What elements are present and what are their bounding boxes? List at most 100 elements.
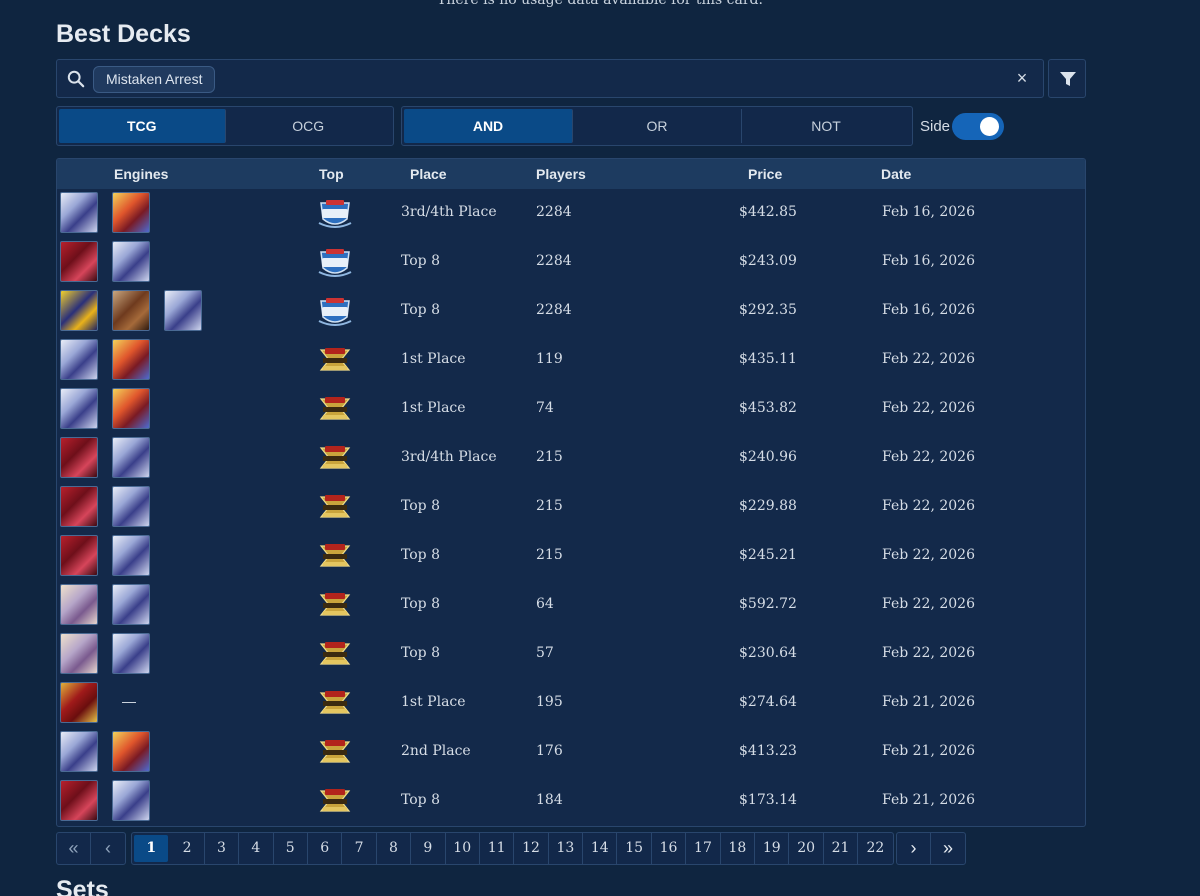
engine-thumbnail[interactable]: [164, 290, 202, 331]
table-row[interactable]: 2nd Place 176 $413.23 Feb 21, 2026: [57, 728, 1085, 777]
page-22[interactable]: 22: [858, 833, 892, 864]
table-row[interactable]: 1st Place 119 $435.11 Feb 22, 2026: [57, 336, 1085, 385]
table-row[interactable]: 3rd/4th Place 2284 $442.85 Feb 16, 2026: [57, 189, 1085, 238]
engine-thumbnail[interactable]: [112, 633, 150, 674]
engine-thumbnail[interactable]: [60, 241, 98, 282]
tab-ocg[interactable]: OCG: [226, 109, 392, 143]
page-21[interactable]: 21: [824, 833, 859, 864]
page-14[interactable]: 14: [583, 833, 618, 864]
header-players[interactable]: Players: [536, 166, 586, 182]
page-15[interactable]: 15: [617, 833, 652, 864]
header-price[interactable]: Price: [748, 166, 782, 182]
page-7[interactable]: 7: [342, 833, 377, 864]
header-date[interactable]: Date: [881, 166, 911, 182]
page-16[interactable]: 16: [652, 833, 687, 864]
table-row[interactable]: Top 8 2284 $292.35 Feb 16, 2026: [57, 287, 1085, 336]
engine-thumbnail[interactable]: [60, 388, 98, 429]
cell-players: 215: [536, 498, 563, 514]
engine-thumbnail[interactable]: [60, 290, 98, 331]
engine-thumbnail[interactable]: [60, 535, 98, 576]
page-8[interactable]: 8: [377, 833, 412, 864]
table-row[interactable]: 1st Place 74 $453.82 Feb 22, 2026: [57, 385, 1085, 434]
page-2[interactable]: 2: [170, 833, 205, 864]
cell-place: Top 8: [401, 498, 440, 514]
search-chip[interactable]: Mistaken Arrest: [93, 66, 216, 93]
ycs-badge-icon: [317, 246, 353, 280]
page-18[interactable]: 18: [721, 833, 756, 864]
side-toggle[interactable]: [952, 113, 1004, 140]
regional-badge-icon: [317, 638, 353, 672]
last-page-icon[interactable]: »: [931, 833, 965, 864]
side-label: Side: [920, 118, 951, 135]
table-row[interactable]: Top 8 64 $592.72 Feb 22, 2026: [57, 581, 1085, 630]
cell-price: $435.11: [739, 351, 797, 367]
tab-not[interactable]: NOT: [742, 109, 910, 143]
regional-badge-icon: [317, 687, 353, 721]
engine-thumbnail[interactable]: [60, 192, 98, 233]
engine-thumbnail[interactable]: [60, 682, 98, 723]
page-1[interactable]: 1: [134, 835, 169, 862]
close-icon[interactable]: ×: [1013, 69, 1031, 87]
engine-thumbnail[interactable]: [112, 437, 150, 478]
page-5[interactable]: 5: [274, 833, 308, 864]
tab-or[interactable]: OR: [573, 109, 742, 143]
engine-thumbnail[interactable]: [60, 633, 98, 674]
engine-thumbnail[interactable]: [112, 241, 150, 282]
page-3[interactable]: 3: [205, 833, 240, 864]
engine-thumbnail[interactable]: [60, 339, 98, 380]
engine-thumbnail[interactable]: [112, 290, 150, 331]
table-row[interactable]: — 1st Place 195 $274.64 Feb 21, 2026: [57, 679, 1085, 728]
next-page-icon[interactable]: ›: [897, 833, 931, 864]
cell-place: 2nd Place: [401, 743, 471, 759]
regional-badge-icon: [317, 442, 353, 476]
engine-thumbnail[interactable]: [60, 437, 98, 478]
engine-thumbnail[interactable]: [112, 192, 150, 233]
page-9[interactable]: 9: [411, 833, 446, 864]
cell-place: 3rd/4th Place: [401, 204, 497, 220]
search-box[interactable]: Mistaken Arrest ×: [56, 59, 1044, 98]
regional-badge-icon: [317, 540, 353, 574]
cell-date: Feb 22, 2026: [882, 645, 975, 661]
header-top[interactable]: Top: [319, 166, 344, 182]
table-row[interactable]: Top 8 57 $230.64 Feb 22, 2026: [57, 630, 1085, 679]
table-row[interactable]: Top 8 215 $229.88 Feb 22, 2026: [57, 483, 1085, 532]
table-row[interactable]: 3rd/4th Place 215 $240.96 Feb 22, 2026: [57, 434, 1085, 483]
page-11[interactable]: 11: [480, 833, 515, 864]
page-17[interactable]: 17: [686, 833, 721, 864]
table-row[interactable]: Top 8 215 $245.21 Feb 22, 2026: [57, 532, 1085, 581]
tab-tcg[interactable]: TCG: [59, 109, 226, 143]
header-place[interactable]: Place: [410, 166, 447, 182]
regional-badge-icon: [317, 736, 353, 770]
table-row[interactable]: Top 8 2284 $243.09 Feb 16, 2026: [57, 238, 1085, 287]
engine-thumbnail[interactable]: [60, 486, 98, 527]
engine-thumbnail[interactable]: [112, 388, 150, 429]
page-19[interactable]: 19: [755, 833, 790, 864]
page-20[interactable]: 20: [789, 833, 824, 864]
page-6[interactable]: 6: [308, 833, 343, 864]
engine-thumbnail[interactable]: [60, 731, 98, 772]
engine-thumbnail[interactable]: [112, 731, 150, 772]
page-10[interactable]: 10: [446, 833, 480, 864]
cell-place: Top 8: [401, 596, 440, 612]
engine-thumbnail[interactable]: [112, 486, 150, 527]
engine-thumbnail[interactable]: [112, 780, 150, 821]
engine-thumbnail[interactable]: [112, 535, 150, 576]
prev-page-icon[interactable]: ‹: [91, 833, 125, 864]
engine-thumbnail[interactable]: [60, 780, 98, 821]
page-4[interactable]: 4: [239, 833, 274, 864]
engine-thumbnail[interactable]: [112, 584, 150, 625]
page-12[interactable]: 12: [514, 833, 549, 864]
first-page-icon[interactable]: «: [57, 833, 91, 864]
table-row[interactable]: Top 8 184 $173.14 Feb 21, 2026: [57, 777, 1085, 826]
filter-button[interactable]: [1048, 59, 1086, 98]
page-13[interactable]: 13: [549, 833, 584, 864]
regional-badge-icon: [317, 491, 353, 525]
engine-thumbnail[interactable]: [60, 584, 98, 625]
tab-and[interactable]: AND: [404, 109, 573, 143]
cell-price: $245.21: [739, 547, 797, 563]
region-selector: TCG OCG: [56, 106, 394, 146]
cell-price: $173.14: [739, 792, 797, 808]
cell-players: 184: [536, 792, 563, 808]
engine-thumbnail[interactable]: [112, 339, 150, 380]
header-engines[interactable]: Engines: [114, 166, 168, 182]
